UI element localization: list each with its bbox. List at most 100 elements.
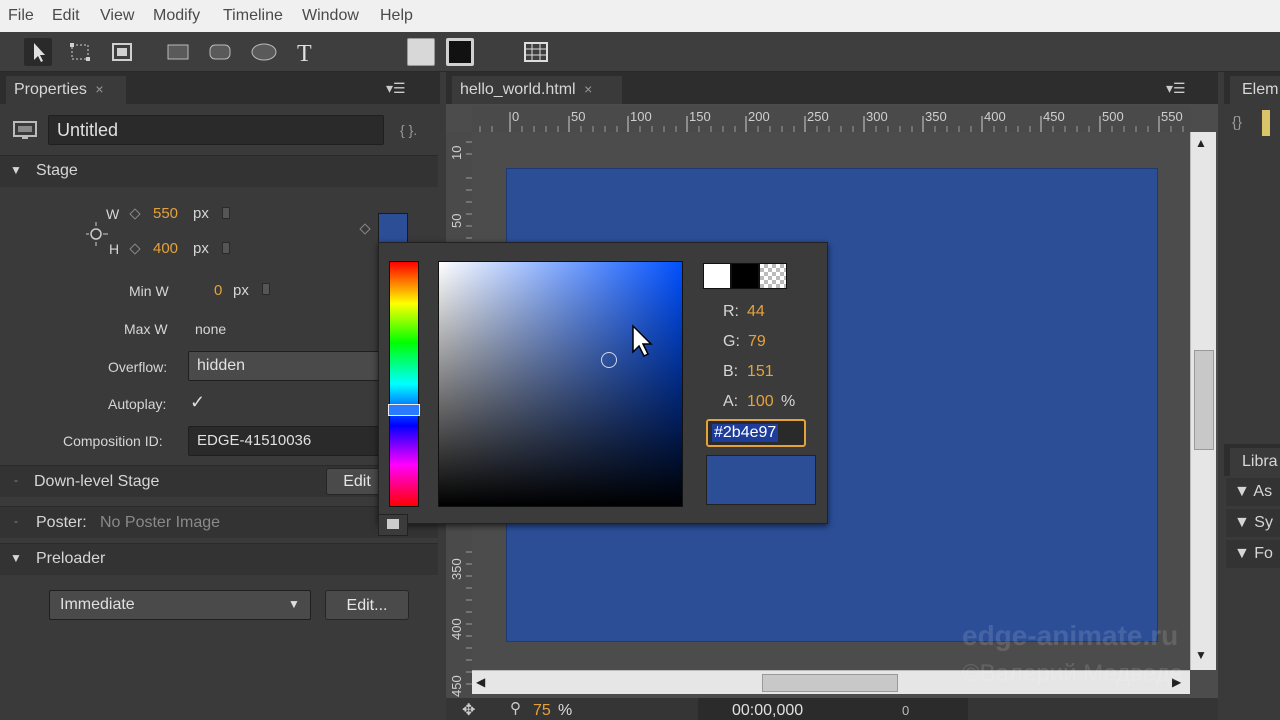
menu-timeline[interactable]: Timeline — [223, 7, 283, 25]
stage-color-swatch[interactable] — [378, 213, 408, 243]
transparent-preset-swatch[interactable] — [759, 263, 787, 289]
preloader-select[interactable]: Immediate ▼ — [49, 590, 311, 620]
preloader-section-header[interactable]: ▼ Preloader — [0, 543, 438, 575]
blue-value[interactable]: 151 — [747, 363, 774, 381]
fill-color-swatch[interactable] — [407, 38, 435, 66]
composition-name-field[interactable]: Untitled — [48, 115, 384, 145]
ruler-tick-label: 450 — [449, 675, 464, 697]
document-tab[interactable]: hello_world.html × — [452, 76, 622, 104]
min-width-label: Min W — [129, 283, 169, 299]
keyframe-diamond-icon[interactable] — [359, 223, 371, 235]
black-preset-swatch[interactable] — [731, 263, 759, 289]
library-tabbar: Libra — [1224, 444, 1280, 476]
code-braces-icon[interactable]: {} — [1232, 114, 1242, 131]
menu-modify[interactable]: Modify — [153, 7, 200, 25]
timecode[interactable]: 00:00,000 — [732, 702, 803, 720]
select-tool-icon[interactable] — [24, 38, 52, 66]
white-preset-swatch[interactable] — [703, 263, 731, 289]
green-value[interactable]: 79 — [748, 333, 766, 351]
zoom-value[interactable]: 75 — [533, 702, 551, 720]
autoplay-label: Autoplay: — [108, 396, 167, 412]
ellipse-tool-icon[interactable] — [248, 38, 280, 66]
code-braces-icon[interactable]: { }. — [400, 122, 417, 138]
library-panel: Libra ▼ As ▼ Sy ▼ Fo — [1224, 444, 1280, 720]
menu-window[interactable]: Window — [302, 7, 359, 25]
library-assets-section[interactable]: ▼ As — [1226, 478, 1280, 506]
ruler-horizontal: 0 50 100 150 200 250 300 350 400 450 500… — [472, 106, 1190, 132]
vertical-scroll-thumb[interactable] — [1194, 350, 1214, 450]
link-dimensions-icon[interactable] — [86, 220, 110, 253]
ruler-tick-label: 450 — [1043, 109, 1065, 124]
ruler-tick-label: 350 — [449, 558, 464, 580]
stage-section-header[interactable]: ▼ Stage — [0, 155, 438, 187]
zoom-unit: % — [558, 702, 573, 719]
move-stage-icon[interactable]: ✥ — [462, 700, 475, 720]
scroll-up-icon[interactable]: ▲ — [1195, 136, 1207, 150]
horizontal-scroll-thumb[interactable] — [762, 674, 898, 692]
clipping-tool-icon[interactable] — [108, 38, 136, 66]
close-icon[interactable]: × — [95, 81, 103, 97]
ruler-tick-label: 550 — [1161, 109, 1183, 124]
close-icon[interactable]: × — [584, 81, 592, 97]
library-tab[interactable]: Libra — [1230, 448, 1280, 476]
ruler-tick-label: 350 — [925, 109, 947, 124]
red-value[interactable]: 44 — [747, 303, 765, 321]
scroll-down-icon[interactable]: ▼ — [1195, 648, 1207, 662]
menu-edit[interactable]: Edit — [52, 7, 80, 25]
scroll-left-icon[interactable]: ◀ — [476, 675, 485, 689]
min-width-unit: px — [233, 282, 249, 299]
alpha-label: A: — [723, 393, 739, 410]
height-value[interactable]: 400 — [153, 240, 178, 257]
elements-tabbar: Elem — [1224, 72, 1280, 104]
ruler-tick-label: 200 — [748, 109, 770, 124]
width-lock-icon[interactable] — [222, 207, 230, 219]
overflow-label: Overflow: — [108, 359, 168, 375]
hue-slider-handle[interactable] — [388, 404, 420, 416]
width-label: W — [106, 206, 120, 222]
overflow-select[interactable]: hidden — [188, 351, 388, 381]
properties-panel: Properties × ▾☰ Untitled { }. ▼ Stage W … — [0, 72, 440, 720]
grid-toggle-icon[interactable] — [522, 38, 550, 66]
hex-input-value: #2b4e97 — [712, 424, 779, 442]
menu-file[interactable]: File — [8, 7, 34, 25]
min-width-value[interactable]: 0 — [214, 282, 222, 299]
mouse-cursor-icon — [631, 324, 653, 363]
saturation-brightness-area[interactable] — [438, 261, 683, 507]
menu-help[interactable]: Help — [380, 7, 413, 25]
picker-footer-button[interactable] — [378, 514, 408, 536]
menubar: File Edit View Modify Timeline Window He… — [0, 0, 1280, 32]
width-value[interactable]: 550 — [153, 205, 178, 222]
keyframe-diamond-icon[interactable] — [129, 208, 141, 220]
max-width-value[interactable]: none — [195, 321, 226, 337]
hue-slider[interactable] — [388, 261, 420, 507]
autoplay-checkbox[interactable]: ✓ — [190, 392, 205, 413]
transform-tool-icon[interactable] — [66, 38, 94, 66]
color-selector-circle[interactable] — [601, 352, 617, 368]
zoom-icon[interactable]: ⚲ — [510, 699, 521, 717]
text-tool-icon[interactable]: T — [292, 38, 320, 67]
min-width-lock-icon[interactable] — [262, 283, 270, 295]
composition-id-label: Composition ID: — [63, 433, 163, 449]
alpha-value[interactable]: 100 — [747, 393, 774, 411]
properties-tabbar: Properties × ▾☰ — [0, 72, 440, 104]
panel-menu-icon[interactable]: ▾☰ — [1166, 80, 1186, 97]
composition-id-field[interactable]: EDGE-41510036 — [188, 426, 388, 456]
ruler-tick-label: 50 — [571, 109, 586, 124]
poster-section-header[interactable]: - Poster: No Poster Image — [0, 506, 438, 538]
height-lock-icon[interactable] — [222, 242, 230, 254]
panel-menu-icon[interactable]: ▾☰ — [386, 80, 406, 97]
rounded-rectangle-tool-icon[interactable] — [206, 38, 234, 66]
elements-tab[interactable]: Elem — [1230, 76, 1280, 104]
border-color-swatch[interactable] — [446, 38, 474, 66]
preloader-edit-button[interactable]: Edit... — [325, 590, 409, 620]
library-symbols-section[interactable]: ▼ Sy — [1226, 509, 1280, 537]
properties-tab[interactable]: Properties × — [6, 76, 126, 104]
library-fonts-section[interactable]: ▼ Fo — [1226, 540, 1280, 568]
vertical-scrollbar[interactable]: ▲ ▼ — [1190, 132, 1216, 670]
rectangle-tool-icon[interactable] — [164, 38, 192, 66]
keyframe-diamond-icon[interactable] — [129, 243, 141, 255]
menu-view[interactable]: View — [100, 7, 134, 25]
hex-input[interactable]: #2b4e97 — [706, 419, 806, 447]
watermark-line1: edge-animate.ru — [962, 620, 1179, 651]
selected-color-preview — [706, 455, 816, 505]
